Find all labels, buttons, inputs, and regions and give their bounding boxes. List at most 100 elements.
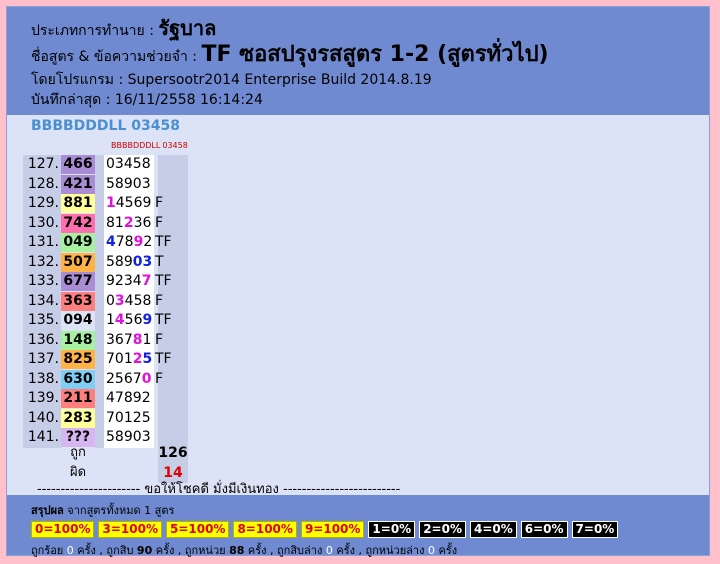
formula-digit: 2 (143, 234, 153, 250)
formula-digit: 8 (141, 156, 151, 172)
formula-digit: 8 (132, 331, 143, 348)
row-number: 128. (23, 174, 61, 194)
formula-digit: 2 (106, 370, 115, 387)
row-gap (95, 233, 104, 253)
row-formula-digits: 92347 (104, 272, 154, 292)
formula-digit: 5 (106, 253, 115, 270)
formula-digit: 2 (123, 214, 134, 231)
row-gap (95, 174, 104, 194)
formula-digit: 7 (115, 234, 125, 250)
row-result: 094 (61, 311, 95, 330)
row-number: 133. (23, 272, 61, 292)
formula-digit: 1 (106, 312, 115, 328)
row-result: 283 (61, 408, 95, 428)
row-number: 140. (23, 408, 61, 428)
summary-block: ถูก 126 ผิด 14 (23, 443, 203, 483)
row-formula-digits: 36781 (104, 330, 154, 350)
formula-digit: 6 (133, 195, 143, 211)
row-result: 677 (61, 272, 95, 291)
grid-row: 132. 507 58903 T (23, 252, 203, 272)
row-formula-digits: 70125 (104, 350, 154, 370)
row-gap (95, 350, 104, 370)
row-result: 825 (61, 350, 95, 369)
formula-digit: 7 (141, 273, 152, 289)
hit-stats: ถูกร้อย 0 ครั้ง , ถูกสิบ 90 ครั้ง , ถูกห… (31, 541, 709, 559)
digit-badge: 6=0% (520, 521, 568, 538)
formula-digit: 0 (132, 253, 143, 270)
subheader-pattern: BBBBDDDLL (111, 141, 161, 150)
formula-digit: 5 (124, 195, 134, 211)
row-formula-digits: 14569 (104, 311, 154, 331)
formula-digit: 9 (142, 195, 152, 211)
formula-digit: 3 (114, 156, 124, 172)
row-formula-digits: 70125 (104, 408, 154, 428)
formula-digit: 6 (123, 370, 133, 387)
row-gap (95, 330, 104, 350)
formula-digit: 7 (132, 370, 142, 387)
footer-panel: สรุปผล จากสูตรทั้งหมด 1 สูตร 0=100% 3=100… (7, 495, 709, 557)
formula-name: ชื่อสูตร & ข้อความช่วยจำ : TF ซอสปรุงรสส… (31, 41, 699, 71)
program-info: โดยโปรแกรม : Supersootr2014 Enterprise B… (31, 72, 432, 88)
formula-digit: 3 (133, 214, 143, 231)
formula-digit: 0 (114, 351, 124, 367)
row-formula-digits: 81236 (104, 213, 154, 233)
grid-row: 139. 211 47892 (23, 389, 203, 409)
row-result: 049 (61, 233, 95, 252)
row-result: 742 (61, 213, 95, 233)
row-gap (95, 389, 104, 409)
row-number: 134. (23, 291, 61, 311)
formula-digit: 2 (114, 273, 124, 289)
row-number: 130. (23, 213, 61, 233)
formula-digit: 2 (141, 390, 151, 406)
formula-name-label: ชื่อสูตร & ข้อความช่วยจำ : (31, 49, 202, 65)
formula-digit: 1 (142, 331, 152, 348)
digit-badges: 0=100% 3=100% 5=100% 8=100% 9=100% 1=0% 2=0% 4=… (31, 521, 709, 539)
stat-value: 0 (427, 544, 435, 557)
row-number: 127. (23, 155, 61, 175)
grid-row: 140. 283 70125 (23, 408, 203, 428)
formula-digit: 1 (114, 214, 124, 231)
formula-digit: 6 (114, 331, 124, 348)
row-gap (95, 272, 104, 292)
row-mark: TF (155, 234, 172, 250)
row-gap (95, 194, 104, 214)
formula-digit: 3 (142, 253, 153, 270)
formula-digit: 7 (114, 390, 124, 406)
row-number: 138. (23, 369, 61, 389)
row-mark: F (155, 370, 164, 387)
row-mark: F (155, 195, 164, 211)
stat-label: ถูกร้อย (31, 544, 67, 557)
formula-name-value: TF ซอสปรุงรสสูตร 1-2 (สูตรทั่วไป) (201, 42, 549, 67)
digit-badge: 0=100% (31, 521, 95, 538)
formula-digit: 1 (123, 351, 133, 367)
formula-digit: 7 (123, 331, 133, 348)
subheader-digits: 03458 (162, 141, 188, 150)
summary-line: สรุปผล จากสูตรทั้งหมด 1 สูตร (31, 501, 709, 519)
result-panel: ประเภทการทำนาย : รัฐบาล ชื่อสูตร & ข้อคว… (6, 6, 710, 557)
digit-badge: 5=100% (165, 521, 230, 538)
row-mark: TF (155, 312, 172, 328)
formula-digit: 6 (142, 214, 152, 231)
summary-text: จากสูตรทั้งหมด 1 สูตร (63, 504, 175, 517)
stat-label: ครั้ง , ถูกหน่วย (152, 544, 230, 557)
row-result: 363 (61, 291, 95, 311)
row-mark: T (155, 253, 164, 270)
stat-value: 90 (136, 544, 153, 557)
formula-digit: 9 (132, 390, 142, 406)
grid-row: 128. 421 58903 (23, 174, 203, 194)
formula-digit: 4 (114, 312, 125, 328)
row-formula-digits: 58903 (104, 174, 154, 194)
row-number: 135. (23, 311, 61, 331)
formula-digit: 9 (123, 175, 133, 192)
row-number: 136. (23, 330, 61, 350)
stat-label: ครั้ง , ถูกสิบล่าง (244, 544, 326, 557)
digit-badge: 3=100% (98, 521, 162, 538)
formula-digit: 3 (106, 331, 115, 348)
row-mark: F (155, 292, 164, 309)
grid-row: 130. 742 81236 F (23, 213, 203, 233)
formula-digit: 9 (133, 234, 144, 250)
row-number: 139. (23, 389, 61, 409)
digit-badge: 1=0% (368, 521, 416, 538)
grid-row: 138. 630 25670 F (23, 369, 203, 389)
formula-digit: 0 (106, 156, 115, 172)
